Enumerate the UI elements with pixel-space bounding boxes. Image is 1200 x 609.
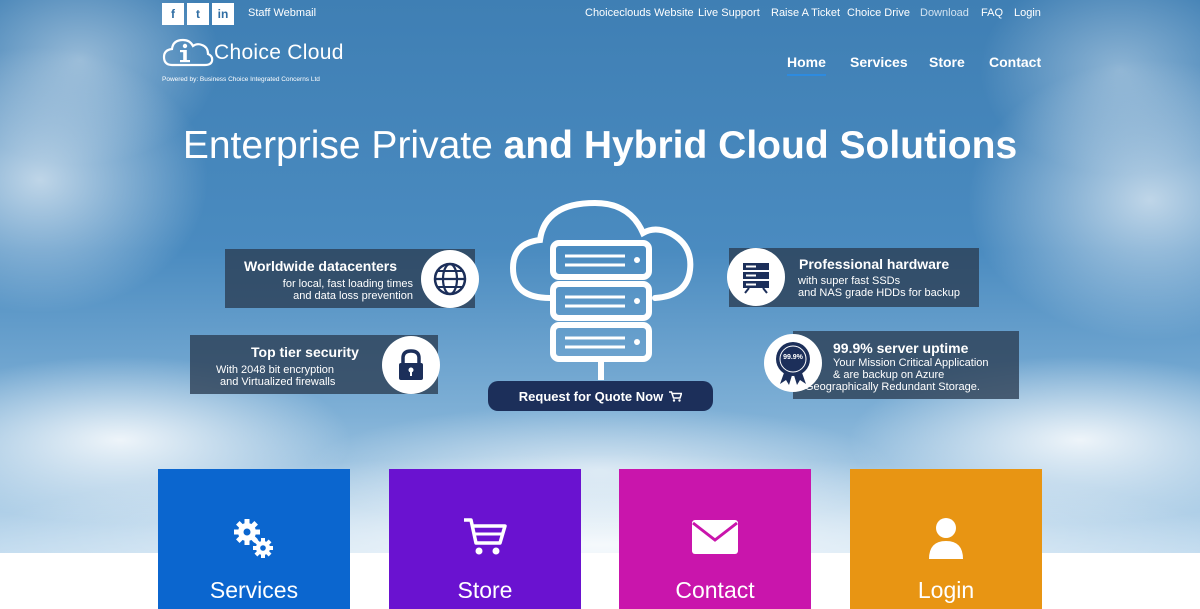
topnav-live-support[interactable]: Live Support bbox=[698, 7, 760, 19]
nav-services[interactable]: Services bbox=[850, 54, 908, 70]
tile-contact-icon-wrap bbox=[619, 517, 811, 557]
server-rack-badge bbox=[727, 248, 785, 306]
award-ribbon-icon bbox=[776, 342, 810, 385]
cloud-logo-icon[interactable] bbox=[162, 35, 214, 69]
brand-tagline: Powered by: Business Choice Integrated C… bbox=[162, 76, 320, 83]
feature-datacenters-line: and data loss prevention bbox=[293, 290, 413, 302]
feature-security-line: With 2048 bit encryption bbox=[216, 364, 335, 376]
topnav-raise-ticket[interactable]: Raise A Ticket bbox=[771, 7, 840, 19]
topnav-login[interactable]: Login bbox=[1014, 7, 1041, 19]
tile-store[interactable]: Store bbox=[389, 469, 581, 609]
request-quote-button[interactable]: Request for Quote Now bbox=[488, 381, 713, 411]
tile-contact[interactable]: Contact bbox=[619, 469, 811, 609]
feature-uptime-line: Geographically Redundant Storage. bbox=[805, 381, 980, 393]
feature-hardware-line: with super fast SSDs bbox=[798, 275, 901, 287]
feature-uptime-title: 99.9% server uptime bbox=[833, 340, 969, 356]
staff-webmail-link[interactable]: Staff Webmail bbox=[248, 7, 316, 19]
topnav-choice-drive[interactable]: Choice Drive bbox=[847, 7, 910, 19]
server-rack-icon bbox=[743, 263, 769, 294]
tile-services-icon-wrap bbox=[158, 517, 350, 561]
globe-badge bbox=[421, 250, 479, 308]
tile-store-icon-wrap bbox=[389, 517, 581, 557]
twitter-icon[interactable]: t bbox=[187, 3, 209, 25]
cart-icon bbox=[669, 390, 683, 402]
gears-icon bbox=[234, 519, 273, 558]
nav-store[interactable]: Store bbox=[929, 54, 965, 70]
feature-datacenters-title: Worldwide datacenters bbox=[244, 258, 398, 274]
facebook-icon[interactable]: f bbox=[162, 3, 184, 25]
brand-name[interactable]: Choice Cloud bbox=[214, 41, 344, 65]
feature-uptime: 99.9% server uptime Your Mission Critica… bbox=[793, 331, 1019, 399]
topnav-choiceclouds-website[interactable]: Choiceclouds Website bbox=[585, 7, 694, 19]
globe-icon bbox=[433, 262, 467, 296]
hero-headline: Enterprise Private and Hybrid Cloud Solu… bbox=[0, 124, 1200, 168]
headline-bold: and Hybrid Cloud Solutions bbox=[503, 124, 1018, 167]
topnav-download[interactable]: Download bbox=[920, 7, 969, 19]
feature-datacenters-line: for local, fast loading times bbox=[282, 278, 413, 290]
feature-uptime-line: & are backup on Azure bbox=[833, 369, 945, 381]
tile-login-icon-wrap bbox=[850, 517, 1042, 559]
cloud-server-icon bbox=[509, 199, 694, 380]
tile-login[interactable]: Login bbox=[850, 469, 1042, 609]
feature-security-line: and Virtualized firewalls bbox=[220, 376, 336, 388]
tile-services[interactable]: Services bbox=[158, 469, 350, 609]
feature-hardware-title: Professional hardware bbox=[799, 256, 950, 272]
cart-icon bbox=[464, 518, 507, 555]
envelope-icon bbox=[692, 520, 738, 554]
request-quote-label: Request for Quote Now bbox=[518, 388, 664, 404]
lock-badge bbox=[382, 336, 440, 394]
nav-home[interactable]: Home bbox=[787, 54, 826, 76]
topnav-faq[interactable]: FAQ bbox=[981, 7, 1003, 19]
headline-thin: Enterprise Private bbox=[182, 124, 493, 167]
feature-hardware-line: and NAS grade HDDs for backup bbox=[798, 287, 961, 299]
user-icon bbox=[929, 518, 963, 559]
feature-uptime-line: Your Mission Critical Application bbox=[833, 357, 989, 369]
feature-security-title: Top tier security bbox=[251, 344, 359, 360]
uptime-badge-label: 99.9% bbox=[783, 354, 803, 361]
nav-contact[interactable]: Contact bbox=[989, 54, 1041, 70]
uptime-badge: 99.9% bbox=[764, 334, 822, 392]
lock-icon bbox=[399, 349, 423, 380]
linkedin-icon[interactable]: in bbox=[212, 3, 234, 25]
